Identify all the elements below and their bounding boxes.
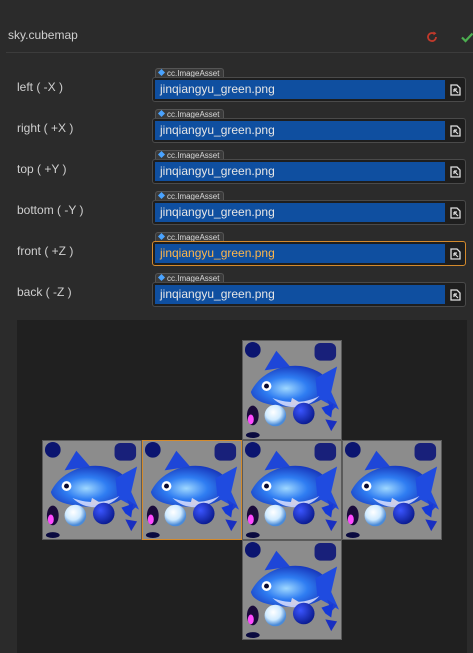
asset-field-back[interactable]: jinqiangyu_green.png (152, 282, 466, 307)
asset-value[interactable]: jinqiangyu_green.png (155, 162, 445, 181)
face-row-left: left ( -X ) cc.ImageAsset jinqiangyu_gre… (0, 68, 473, 104)
check-icon[interactable] (460, 30, 473, 44)
asset-diamond-icon (157, 109, 166, 118)
asset-value[interactable]: jinqiangyu_green.png (155, 203, 445, 222)
fish-image (243, 341, 341, 439)
face-row-front: front ( +Z ) cc.ImageAsset jinqiangyu_gr… (0, 232, 473, 268)
asset-field-front[interactable]: jinqiangyu_green.png (152, 241, 466, 266)
asset-diamond-icon (157, 191, 166, 200)
browse-asset-icon[interactable] (448, 81, 463, 98)
cubemap-preview (17, 320, 467, 653)
cube-face-top[interactable] (242, 340, 342, 440)
browse-asset-icon[interactable] (448, 204, 463, 221)
face-label-back: back ( -Z ) (17, 285, 72, 299)
face-label-bottom: bottom ( -Y ) (17, 203, 84, 217)
asset-field-top[interactable]: jinqiangyu_green.png (152, 159, 466, 184)
face-label-right: right ( +X ) (17, 121, 74, 135)
fish-image (43, 441, 141, 539)
asset-value[interactable]: jinqiangyu_green.png (155, 244, 445, 263)
inspector-header: sky.cubemap (0, 0, 473, 53)
asset-title: sky.cubemap (8, 28, 78, 42)
face-label-front: front ( +Z ) (17, 244, 74, 258)
asset-field-bottom[interactable]: jinqiangyu_green.png (152, 200, 466, 225)
asset-value[interactable]: jinqiangyu_green.png (155, 285, 445, 304)
header-divider (6, 52, 473, 53)
cube-face-left[interactable] (42, 440, 142, 540)
browse-asset-icon[interactable] (448, 122, 463, 139)
asset-field-left[interactable]: jinqiangyu_green.png (152, 77, 466, 102)
asset-diamond-icon (157, 273, 166, 282)
face-label-top: top ( +Y ) (17, 162, 67, 176)
browse-asset-icon[interactable] (448, 245, 463, 262)
cube-face-right[interactable] (242, 440, 342, 540)
face-row-back: back ( -Z ) cc.ImageAsset jinqiangyu_gre… (0, 273, 473, 309)
asset-value[interactable]: jinqiangyu_green.png (155, 80, 445, 99)
face-row-bottom: bottom ( -Y ) cc.ImageAsset jinqiangyu_g… (0, 191, 473, 227)
face-row-right: right ( +X ) cc.ImageAsset jinqiangyu_gr… (0, 109, 473, 145)
asset-diamond-icon (157, 68, 166, 77)
cube-face-front[interactable] (142, 440, 242, 540)
asset-diamond-icon (157, 232, 166, 241)
revert-icon[interactable] (425, 30, 439, 44)
fish-image (343, 441, 441, 539)
fish-image (143, 441, 241, 539)
asset-value[interactable]: jinqiangyu_green.png (155, 121, 445, 140)
asset-diamond-icon (157, 150, 166, 159)
browse-asset-icon[interactable] (448, 163, 463, 180)
browse-asset-icon[interactable] (448, 286, 463, 303)
cube-face-bottom[interactable] (242, 540, 342, 640)
cube-face-back[interactable] (342, 440, 442, 540)
fish-image (243, 441, 341, 539)
face-label-left: left ( -X ) (17, 80, 64, 94)
fish-image (243, 541, 341, 639)
asset-field-right[interactable]: jinqiangyu_green.png (152, 118, 466, 143)
face-row-top: top ( +Y ) cc.ImageAsset jinqiangyu_gree… (0, 150, 473, 186)
